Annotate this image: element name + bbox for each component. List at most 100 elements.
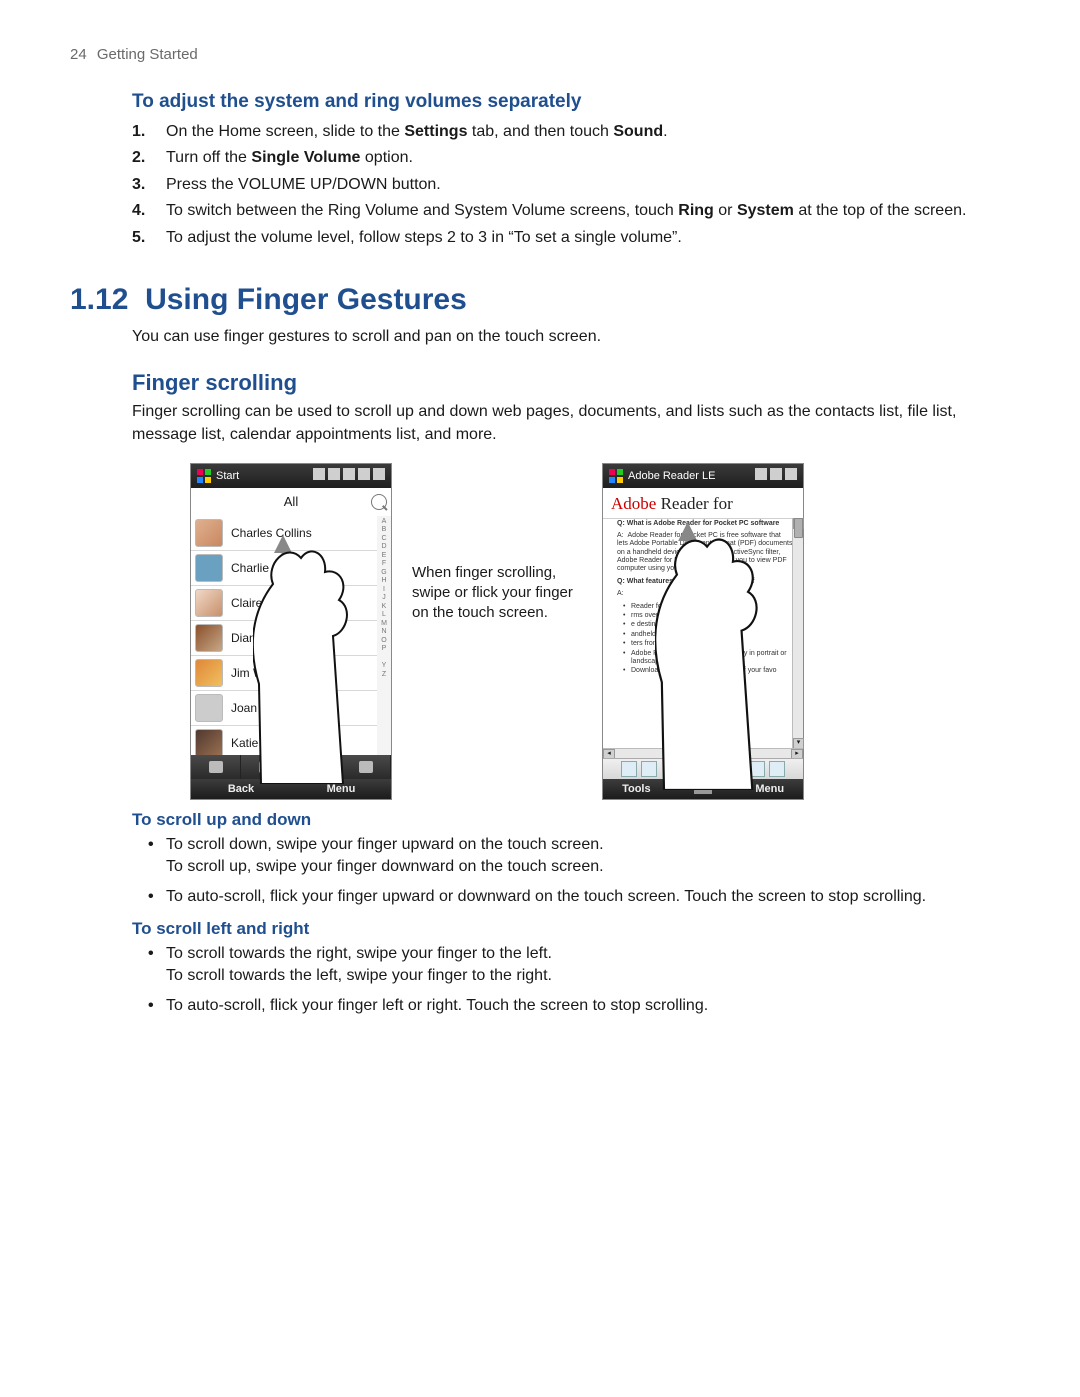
toolbar-icon	[621, 761, 637, 777]
reader-title: Adobe Reader LE	[628, 470, 715, 482]
doc-a1: A: Adobe Reader for Pocket PC is free so…	[617, 532, 793, 574]
contact-name: Diana M	[231, 631, 276, 645]
list-item: Turn off the Single Volume option.	[132, 147, 1010, 169]
phone-title-bar: Start	[191, 464, 391, 488]
tab-icon	[209, 761, 223, 773]
avatar	[195, 659, 223, 687]
doc-q1: Q: What is Adobe Reader for Pocket PC so…	[617, 520, 793, 528]
toolbar-icon	[769, 761, 785, 777]
contacts-filter-all: All	[191, 488, 391, 517]
heading-scroll-leftright: To scroll left and right	[132, 919, 1010, 939]
first-page-icon: |◂	[673, 763, 682, 774]
page-indicator: 1/3	[696, 763, 723, 775]
softkey-menu: Menu	[736, 779, 803, 799]
vertical-scroll-thumb	[794, 518, 803, 538]
tab-icon	[259, 761, 273, 773]
contact-row: Jim Wong	[191, 656, 377, 691]
list-item: To auto-scroll, flick your finger left o…	[148, 995, 1010, 1017]
gestures-intro: You can use finger gestures to scroll an…	[132, 325, 1010, 348]
finger-scrolling-intro: Finger scrolling can be used to scroll u…	[132, 400, 1010, 446]
start-label: Start	[216, 470, 239, 482]
search-icon	[371, 494, 387, 510]
windows-flag-icon	[609, 469, 623, 483]
page-header-title: Getting Started	[97, 46, 198, 63]
contact-row: Charlie Gray	[191, 551, 377, 586]
adobe-brand-red: Adobe	[611, 494, 656, 513]
list-item: To scroll towards the right, swipe your …	[148, 943, 1010, 988]
contacts-list: Charles Collins Charlie Gray Claire Nicols…	[191, 516, 377, 755]
list-item: e destination server us	[623, 621, 793, 629]
avatar	[195, 519, 223, 547]
tab-icon	[359, 761, 373, 773]
bullets-leftright: To scroll towards the right, swipe your …	[148, 943, 1010, 1018]
all-label: All	[284, 494, 298, 509]
list-item: Adobe PDF Slideshows generated by in por…	[623, 650, 793, 667]
heading-scroll-updown: To scroll up and down	[132, 810, 1010, 830]
bullets-updown: To scroll down, swipe your finger upward…	[148, 834, 1010, 909]
figure-phone-contacts: Start All Charles Collins Charlie Gray Cla…	[190, 463, 392, 800]
tab-icon	[309, 761, 323, 773]
adobe-brand-black: Reader for	[656, 494, 732, 513]
doc-a2-list: Reader for Pocket PCrms over a wireless …	[623, 603, 793, 676]
reader-title-bar: Adobe Reader LE	[603, 464, 803, 488]
figure-phone-reader: Adobe Reader LE Adobe Reader for Q: What…	[602, 463, 804, 800]
page-number: 24	[70, 46, 87, 63]
list-item: Reader for Pocket PC	[623, 603, 793, 611]
subheading-finger-scrolling: Finger scrolling	[132, 370, 1010, 396]
reader-softkey-bar: Tools Menu	[603, 779, 803, 799]
avatar	[195, 729, 223, 755]
figure-caption: When finger scrolling, swipe or flick yo…	[412, 563, 582, 624]
list-item: To adjust the volume level, follow steps…	[132, 227, 1010, 249]
vertical-scrollbar: ▴ ▾	[792, 518, 803, 749]
windows-flag-icon	[197, 469, 211, 483]
list-item: To auto-scroll, flick your finger upward…	[148, 886, 1010, 908]
section-title: Using Finger Gestures	[145, 283, 467, 316]
avatar	[195, 624, 223, 652]
contact-name: Claire Nicols	[231, 596, 298, 610]
softkey-menu: Menu	[291, 779, 391, 799]
reader-toolbar: |◂ ◂ 1/3 ▸ ▸|	[603, 758, 803, 779]
softkey-back: Back	[191, 779, 291, 799]
softkey-bar: Back Menu	[191, 779, 391, 799]
list-item: rms over a wireless co	[623, 612, 793, 620]
list-item: ters from HP and an iPaq	[623, 640, 793, 648]
status-icons	[310, 468, 385, 483]
section-heading-gestures: 1.12 Using Finger Gestures	[70, 283, 1010, 317]
list-item: Press the VOLUME UP/DOWN button.	[132, 174, 1010, 196]
alphabet-index: ABCDEFGHIJKLMNOP YZ	[377, 516, 391, 755]
list-item: Download and read digital editions of yo…	[623, 667, 793, 675]
list-item: To switch between the Ring Volume and Sy…	[132, 200, 1010, 222]
toolbar-icon	[641, 761, 657, 777]
contact-name: Charles Collins	[231, 526, 312, 540]
adobe-doc-header: Adobe Reader for	[603, 488, 803, 519]
toolbar-icon	[749, 761, 765, 777]
list-item: andheld device to a remot	[623, 631, 793, 639]
figure-row: Start All Charles Collins Charlie Gray Cla…	[190, 463, 1010, 800]
contact-row: Claire Nicols	[191, 586, 377, 621]
avatar	[195, 694, 223, 722]
status-icons	[752, 468, 797, 483]
steps-adjust-volumes: On the Home screen, slide to the Setting…	[132, 121, 1010, 249]
section-number: 1.12	[70, 283, 128, 316]
avatar	[195, 554, 223, 582]
next-page-icon: ▸	[726, 763, 732, 774]
running-header: 24 Getting Started	[70, 46, 1010, 63]
avatar	[195, 589, 223, 617]
contact-name: Katie Jackson	[231, 736, 306, 750]
prev-page-icon: ◂	[686, 763, 692, 774]
heading-adjust-volumes: To adjust the system and ring volumes se…	[132, 91, 1010, 113]
contact-row: Joan Smith	[191, 691, 377, 726]
contacts-tabbar	[191, 755, 391, 779]
contact-row: Katie Jackson	[191, 726, 377, 755]
contact-row: Charles Collins	[191, 516, 377, 551]
list-item: On the Home screen, slide to the Setting…	[132, 121, 1010, 143]
contact-name: Charlie Gray	[231, 561, 298, 575]
reader-document-body: Q: What is Adobe Reader for Pocket PC so…	[607, 518, 793, 759]
sip-keyboard-icon	[694, 784, 712, 794]
contact-row: Diana M	[191, 621, 377, 656]
doc-a2-label: A:	[617, 590, 793, 598]
softkey-tools: Tools	[603, 779, 670, 799]
contact-name: Joan Smith	[231, 701, 291, 715]
last-page-icon: ▸|	[736, 763, 745, 774]
contact-name: Jim Wong	[231, 666, 284, 680]
